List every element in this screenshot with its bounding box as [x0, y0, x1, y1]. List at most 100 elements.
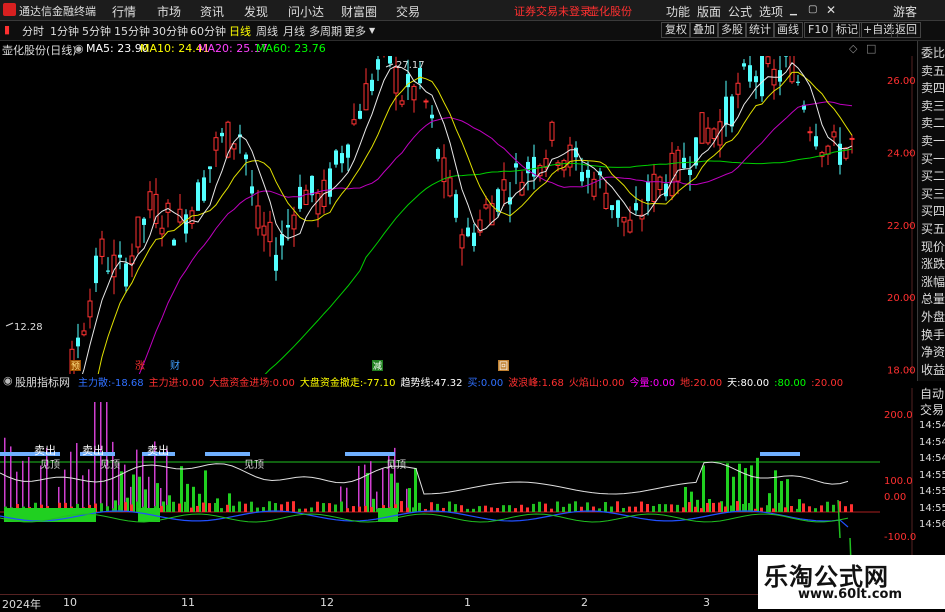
tab-period-15min[interactable]: 15分钟 [114, 23, 150, 39]
candle-body [616, 200, 620, 218]
tab-period-weekly[interactable]: 周线 [256, 23, 278, 39]
minimize-icon[interactable]: ▁ [790, 6, 797, 16]
candle-body [165, 202, 171, 213]
more-chevron-icon[interactable]: ▼ [369, 26, 375, 35]
multi-stock-button[interactable]: 多股 [717, 22, 747, 38]
order-panel-item: 外盘 [921, 310, 945, 324]
menubar: 通达信金融终端 行情 市场 资讯 发现 问小达 财富圈 交易 证券交易未登录 壶… [0, 0, 945, 21]
overlay-button[interactable]: 叠加 [689, 22, 719, 38]
high-price-label: 27.17 [396, 60, 425, 71]
menu-options[interactable]: 选项 [759, 3, 783, 20]
tab-period-1min[interactable]: 1分钟 [50, 23, 79, 39]
tab-period-5min[interactable]: 5分钟 [82, 23, 111, 39]
tab-period-60min[interactable]: 60分钟 [190, 23, 226, 39]
order-panel-item: 收益 [921, 362, 945, 377]
small-bar [346, 508, 349, 512]
candle-body [496, 189, 500, 212]
indicator-settings-icon[interactable]: ◉ [3, 374, 13, 387]
diamond-icon[interactable]: ◇ [849, 42, 857, 55]
candle-body [286, 224, 290, 228]
tab-period-30min[interactable]: 30分钟 [152, 23, 188, 39]
pink-bar [10, 446, 12, 512]
candle-body [303, 189, 309, 206]
candle-body [724, 96, 728, 125]
trade-label[interactable]: 交易 [920, 401, 944, 418]
candle-body [754, 76, 758, 83]
price-tick-label: 26.00 [887, 76, 916, 87]
candle-body [699, 112, 705, 144]
candle-body [76, 337, 80, 347]
small-bar [124, 502, 127, 512]
menu-trade[interactable]: 交易 [396, 3, 420, 20]
menu-function[interactable]: 功能 [666, 3, 690, 20]
small-bar [412, 507, 415, 512]
top-band [345, 452, 395, 456]
event-marker[interactable]: 涨 [135, 360, 145, 372]
tab-period-more[interactable]: 更多 [344, 23, 366, 39]
mark-button[interactable]: 标记 [832, 22, 862, 38]
hollow-square-icon[interactable]: □ [866, 42, 876, 55]
draw-line-button[interactable]: 画线 [773, 22, 803, 38]
pink-bar [106, 402, 108, 512]
small-bar [352, 506, 355, 512]
candle-body [807, 131, 813, 134]
menu-formula[interactable]: 公式 [728, 3, 752, 20]
tab-period-multi[interactable]: 多周期 [309, 23, 342, 39]
small-bar [310, 507, 313, 512]
candle-body [549, 121, 555, 141]
order-panel-item: 涨幅 [921, 274, 945, 289]
back-button[interactable]: 返回 [891, 22, 921, 38]
small-bar [796, 508, 799, 512]
auto-label[interactable]: 自动 [920, 385, 944, 402]
sell-label: 卖出 [34, 443, 56, 457]
sell-label: 卖出 [147, 443, 169, 457]
f10-button[interactable]: F10 [804, 22, 833, 38]
auto-trade-panel[interactable]: 自动 交易 [917, 385, 945, 425]
candle-body [796, 81, 800, 83]
menu-layout[interactable]: 版面 [697, 3, 721, 20]
small-bar [208, 503, 211, 512]
small-bar [676, 504, 679, 512]
pink-bar [28, 456, 30, 512]
candle-body [627, 219, 633, 233]
menu-wealth[interactable]: 财富圈 [341, 3, 377, 20]
statistics-button[interactable]: 统计 [745, 22, 775, 38]
kline-chart[interactable]: 26.0024.0022.0020.0018.0016.0014.0012.00… [0, 56, 917, 374]
candle-body [447, 177, 453, 197]
tab-period-monthly[interactable]: 月线 [283, 23, 305, 39]
maximize-icon[interactable]: ▢ [808, 4, 817, 15]
order-panel-item: 总量 [921, 292, 945, 307]
close-icon[interactable]: ✕ [826, 3, 836, 17]
candle-body [159, 227, 165, 235]
small-bar [298, 508, 301, 512]
menu-quotes[interactable]: 行情 [112, 3, 136, 20]
small-bar [316, 501, 319, 512]
menu-ask[interactable]: 问小达 [288, 3, 324, 20]
x-label: 10 [63, 596, 77, 609]
candle-body [760, 56, 764, 97]
small-bar [670, 504, 673, 512]
candle-body [202, 177, 206, 201]
candle-body [675, 149, 681, 182]
candle-body [423, 100, 429, 103]
menu-news[interactable]: 资讯 [200, 3, 224, 20]
menu-discover[interactable]: 发现 [244, 3, 268, 20]
menu-market[interactable]: 市场 [157, 3, 181, 20]
small-bar [628, 506, 631, 512]
toolbar-handle-icon[interactable]: ▮ [4, 23, 10, 36]
candle-body [472, 232, 476, 246]
adjust-button[interactable]: 复权 [661, 22, 691, 38]
candle-body [784, 56, 788, 57]
tab-period-daily[interactable]: 日线 [229, 23, 251, 39]
guest-label[interactable]: 游客 [893, 3, 917, 20]
small-bar [820, 505, 823, 512]
login-notice[interactable]: 证券交易未登录 [514, 3, 591, 19]
order-panel-item: 现价 [921, 239, 945, 254]
small-bar [610, 506, 613, 512]
small-bar [448, 501, 451, 512]
tab-period-timeshare[interactable]: 分时 [22, 23, 44, 39]
candle-body [748, 65, 752, 82]
event-marker[interactable]: 财 [170, 359, 180, 372]
settings-circle-icon[interactable]: ◉ [74, 42, 84, 55]
small-bar [814, 508, 817, 512]
